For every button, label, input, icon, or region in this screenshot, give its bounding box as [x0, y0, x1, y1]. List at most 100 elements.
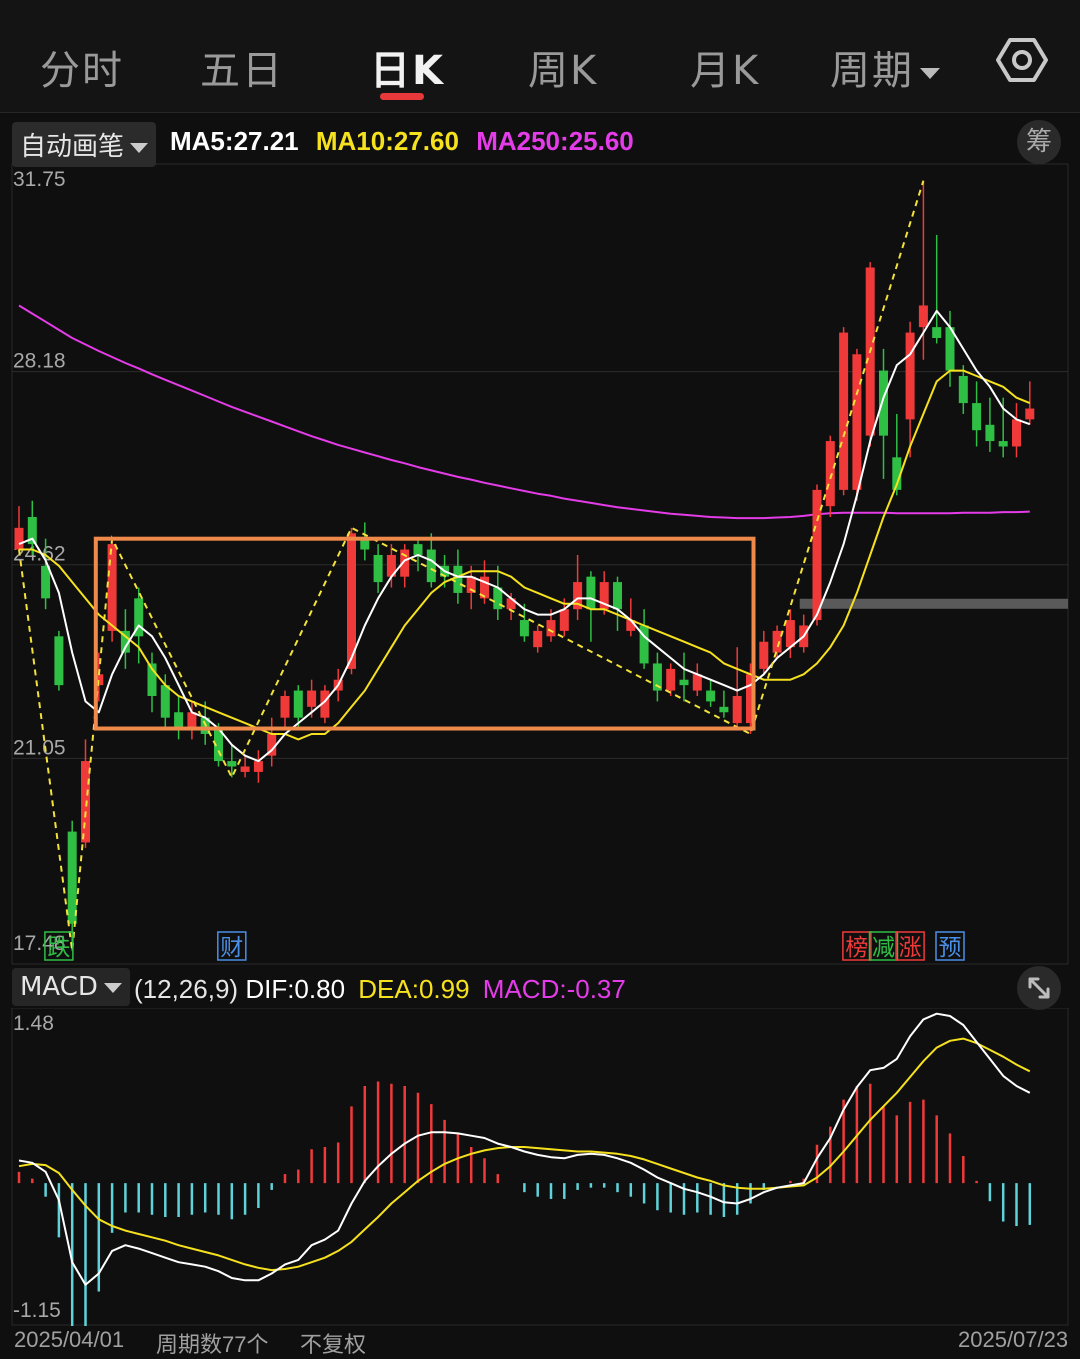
candle-body	[373, 554, 383, 583]
candlestick-chart[interactable]: 31.7528.1824.6221.0517.48跌财榜减涨预	[0, 160, 1080, 965]
ma5-line	[18, 309, 1031, 763]
candle-body	[546, 620, 556, 637]
event-marker-label: 财	[220, 935, 243, 961]
gear-icon[interactable]	[996, 36, 1048, 84]
candle-body	[719, 706, 729, 713]
candle-body	[785, 620, 795, 648]
candle-body	[706, 690, 716, 702]
candle-body	[972, 403, 982, 431]
candle-body	[666, 668, 676, 691]
event-marker-label: 榜	[845, 935, 868, 961]
y-tick-label: 31.75	[13, 168, 66, 191]
dea-value: 0.99	[418, 974, 470, 1004]
chart-frame	[11, 163, 1069, 965]
tab-weekly-k[interactable]: 周K	[528, 38, 598, 96]
event-marker-label: 涨	[899, 935, 922, 961]
candle-body	[679, 679, 689, 686]
event-marker-label: 预	[939, 935, 962, 961]
footer-adjust-mode[interactable]: 不复权	[300, 1327, 366, 1359]
macd-value: -0.37	[566, 974, 626, 1004]
candle-body	[293, 690, 303, 718]
candle-body	[253, 761, 263, 772]
candle-body	[918, 305, 928, 328]
ma10-label: MA10:	[315, 126, 394, 156]
event-marker-label: 跌	[47, 935, 70, 961]
indicator-dropdown[interactable]: MACD	[12, 968, 130, 1006]
candle-body	[559, 609, 569, 631]
candle-body	[1012, 419, 1021, 447]
ma-legend: MA5:27.21 MA10:27.60 MA250:25.60	[170, 126, 634, 157]
macd-legend: (12,26,9) DIF:0.80 DEA:0.99 MACD:-0.37	[134, 974, 626, 1005]
candle-body	[413, 544, 423, 555]
macd-chart[interactable]: 1.48 -1.15	[0, 1008, 1080, 1326]
active-tab-indicator	[380, 93, 424, 100]
tab-daily-k[interactable]: 日K	[370, 38, 445, 96]
ma10-line	[19, 369, 1031, 741]
tab-period-label: 周期	[830, 48, 914, 94]
macd-label: MACD:	[482, 974, 567, 1004]
chip-distribution-button[interactable]: 筹	[1017, 120, 1061, 164]
period-tab-bar: 分时 五日 日K 周K 月K 周期	[0, 0, 1080, 113]
dea-label: DEA:	[358, 974, 419, 1004]
candle-body	[998, 441, 1008, 447]
expand-icon[interactable]	[1017, 966, 1061, 1010]
dif-line	[18, 1012, 1031, 1286]
candle-body	[958, 375, 968, 404]
candle-body	[426, 549, 436, 583]
candle-body	[1025, 408, 1035, 420]
chevron-down-icon	[103, 982, 122, 993]
candle-body	[227, 761, 237, 767]
candle-body	[107, 544, 117, 631]
tab-period-dropdown[interactable]: 周期	[830, 38, 940, 96]
candle-body	[14, 527, 24, 550]
candle-body	[879, 370, 888, 436]
ma250-label: MA250:	[476, 126, 569, 156]
macd-y-tick-label: 1.48	[13, 1012, 54, 1035]
candle-body	[453, 565, 463, 593]
y-tick-label: 21.05	[13, 736, 66, 759]
tab-five-day[interactable]: 五日	[200, 38, 284, 96]
candle-body	[613, 582, 622, 610]
chevron-down-icon	[920, 67, 940, 79]
candle-body	[825, 441, 835, 507]
candle-body	[240, 766, 250, 772]
dif-value: 0.80	[294, 974, 346, 1004]
tab-monthly-k[interactable]: 月K	[690, 38, 760, 96]
ma10-value: 27.60	[393, 126, 459, 156]
dea-line	[18, 1037, 1031, 1272]
candle-body	[732, 695, 742, 724]
event-marker-label: 减	[872, 935, 895, 961]
macd-params: (12,26,9)	[134, 974, 239, 1004]
candle-body	[533, 630, 543, 648]
auto-pen-line	[18, 180, 925, 952]
ma250-value: 25.60	[568, 126, 634, 156]
expand-arrows-icon	[1028, 977, 1050, 999]
candle-body	[160, 685, 170, 718]
dif-label: DIF:	[245, 974, 295, 1004]
candle-body	[519, 620, 529, 637]
candle-body	[839, 332, 849, 490]
footer-start-date: 2025/04/01	[14, 1327, 125, 1352]
macd-y-tick-label: -1.15	[13, 1299, 61, 1322]
y-tick-label: 28.18	[13, 350, 66, 373]
candle-body	[692, 674, 702, 691]
tab-intraday[interactable]: 分时	[40, 38, 124, 96]
candle-body	[307, 690, 317, 707]
footer-period-count: 周期数77个	[156, 1332, 269, 1357]
consolidation-box	[93, 536, 756, 731]
drawing-mode-label: 自动画笔	[20, 132, 125, 162]
candle-body	[852, 354, 862, 490]
candle-body	[586, 576, 596, 610]
candle-body	[54, 636, 64, 686]
ma5-label: MA5:	[170, 126, 234, 156]
candle-body	[759, 641, 769, 669]
ma5-value: 27.21	[233, 126, 299, 156]
candle-body	[187, 712, 197, 729]
chevron-down-icon	[130, 142, 149, 153]
support-band	[799, 598, 1068, 609]
candle-body	[280, 695, 290, 718]
footer-end-date: 2025/07/23	[958, 1327, 1069, 1352]
candle-body	[174, 712, 184, 729]
candle-body	[985, 424, 995, 442]
candle-body	[932, 327, 942, 339]
